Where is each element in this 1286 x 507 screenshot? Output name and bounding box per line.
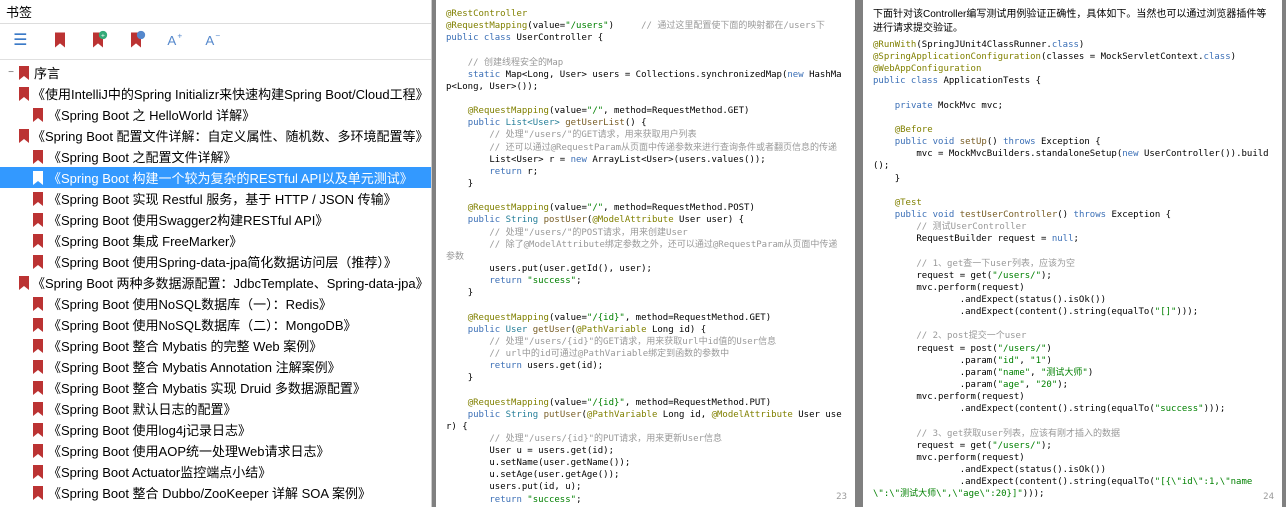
svg-text:−: −	[215, 30, 220, 40]
bookmark-icon	[32, 381, 46, 395]
bookmark-list-icon[interactable]	[12, 30, 32, 53]
bookmark-item[interactable]: 《Spring Boot 集成 FreeMarker》	[0, 230, 431, 251]
bookmark-icon	[32, 318, 46, 332]
bookmark-icon	[32, 171, 46, 185]
code-block-right: @RunWith(SpringJUnit4ClassRunner.class) …	[873, 39, 1272, 507]
bookmark-label: 《Spring Boot 使用log4j记录日志》	[46, 420, 251, 439]
bookmark-add-icon[interactable]: +	[88, 30, 108, 53]
svg-text:+: +	[101, 33, 105, 40]
bookmark-item[interactable]: 《Spring Boot 两种多数据源配置：JdbcTemplate、Sprin…	[0, 272, 431, 293]
bookmark-label: 《Spring Boot 默认日志的配置》	[46, 399, 237, 418]
svg-text:A: A	[167, 33, 176, 48]
bookmark-icon	[32, 213, 46, 227]
bookmark-icon	[32, 402, 46, 416]
bookmark-item[interactable]: 《Spring Boot 之配置文件详解》	[0, 146, 431, 167]
bookmark-icon	[32, 360, 46, 374]
bookmark-label: 《Spring Boot 两种多数据源配置：JdbcTemplate、Sprin…	[30, 273, 429, 292]
bookmarks-sidebar: 书签 + A+ A− −序言《使用IntelliJ中的Spring Initia…	[0, 0, 432, 507]
bookmark-icon	[32, 465, 46, 479]
font-increase-icon[interactable]: A+	[164, 30, 184, 53]
bookmark-icon	[32, 423, 46, 437]
bookmark-item[interactable]: 《Spring Boot Actuator监控端点小结》	[0, 461, 431, 482]
bookmark-item[interactable]: 《Spring Boot 使用Spring-data-jpa简化数据访问层（推荐…	[0, 251, 431, 272]
bookmark-icon	[32, 297, 46, 311]
bookmark-item[interactable]: 《Spring Boot 之 HelloWorld 详解》	[0, 104, 431, 125]
bookmark-icon	[32, 444, 46, 458]
expand-icon[interactable]: −	[4, 67, 18, 78]
bookmark-label: 《Spring Boot 配置文件详解：自定义属性、随机数、多环境配置等》	[30, 126, 429, 145]
bookmark-label: 《Spring Boot Actuator监控端点小结》	[46, 462, 271, 481]
bookmark-label: 《Spring Boot 构建一个较为复杂的RESTful API以及单元测试》	[46, 168, 413, 187]
bookmark-icon	[18, 87, 30, 101]
bookmark-label: 《Spring Boot 之配置文件详解》	[46, 147, 237, 166]
bookmark-item[interactable]: 《Spring Boot 实现 Restful 服务，基于 HTTP / JSO…	[0, 188, 431, 209]
bookmark-label: 《Spring Boot 整合 Mybatis 的完整 Web 案例》	[46, 336, 322, 355]
bookmark-label: 序言	[32, 63, 60, 82]
bookmark-label: 《Spring Boot 使用NoSQL数据库（二）：MongoDB》	[46, 315, 356, 334]
bookmark-label: 《Spring Boot 使用NoSQL数据库（一）：Redis》	[46, 294, 332, 313]
bookmark-label: 《Spring Boot 整合 Mybatis 实现 Druid 多数据源配置》	[46, 378, 366, 397]
bookmark-item[interactable]: 《Spring Boot 使用AOP统一处理Web请求日志》	[0, 440, 431, 461]
page-left: @RestController @RequestMapping(value="/…	[436, 0, 855, 507]
page-number: 24	[1263, 491, 1274, 503]
bookmark-item[interactable]: 《Spring Boot 默认日志的配置》	[0, 398, 431, 419]
bookmark-item[interactable]: 《Spring Boot 整合 Mybatis 的完整 Web 案例》	[0, 335, 431, 356]
page-intro-text: 下面针对该Controller编写测试用例验证正确性，具体如下。当然也可以通过浏…	[873, 8, 1272, 35]
bookmark-icon	[32, 339, 46, 353]
bookmark-item[interactable]: 《使用IntelliJ中的Spring Initializr来快速构建Sprin…	[0, 83, 431, 104]
bookmark-star-icon[interactable]	[126, 30, 146, 53]
bookmark-label: 《使用IntelliJ中的Spring Initializr来快速构建Sprin…	[30, 84, 429, 103]
bookmarks-toolbar: + A+ A−	[0, 24, 431, 60]
bookmark-label: 《Spring Boot 实现 Restful 服务，基于 HTTP / JSO…	[46, 189, 397, 208]
bookmark-label: 《Spring Boot 使用Spring-data-jpa简化数据访问层（推荐…	[46, 252, 397, 271]
bookmark-item[interactable]: 《Spring Boot 整合 Mybatis 实现 Druid 多数据源配置》	[0, 377, 431, 398]
document-viewer: @RestController @RequestMapping(value="/…	[432, 0, 1286, 507]
bookmark-label: 《Spring Boot 集成 FreeMarker》	[46, 231, 242, 250]
bookmark-label: 《Spring Boot 之 HelloWorld 详解》	[46, 105, 255, 124]
bookmark-item[interactable]: 《Spring Boot 使用log4j记录日志》	[0, 419, 431, 440]
bookmark-item[interactable]: 《Spring Boot 整合 Mybatis Annotation 注解案例》	[0, 356, 431, 377]
bookmarks-tree: − 序言《使用IntelliJ中的Spring Initializr来快速构建Sp…	[0, 60, 431, 507]
bookmark-label: 《Spring Boot 使用AOP统一处理Web请求日志》	[46, 441, 330, 460]
bookmark-flag-icon[interactable]	[50, 30, 70, 53]
font-decrease-icon[interactable]: A−	[202, 30, 222, 53]
bookmark-item[interactable]: 《Spring Boot 使用Swagger2构建RESTful API》	[0, 209, 431, 230]
bookmark-item[interactable]: 《Spring Boot 整合 Dubbo/ZooKeeper 详解 SOA 案…	[0, 482, 431, 503]
bookmark-item[interactable]: 《Spring Boot 使用NoSQL数据库（二）：MongoDB》	[0, 314, 431, 335]
bookmark-label: 《Spring Boot 整合 Dubbo/ZooKeeper 详解 SOA 案…	[46, 483, 371, 502]
svg-text:A: A	[205, 33, 214, 48]
code-block-left: @RestController @RequestMapping(value="/…	[446, 8, 845, 507]
bookmark-item[interactable]: 《Spring Boot 使用NoSQL数据库（一）：Redis》	[0, 293, 431, 314]
bookmark-item[interactable]: 《Spring Boot 中如何使用 Dubbo Activate 扩展点》	[0, 503, 431, 507]
bookmark-icon	[18, 276, 30, 290]
svg-text:+: +	[177, 30, 182, 40]
bookmark-label: 《Spring Boot 整合 Mybatis Annotation 注解案例》	[46, 357, 341, 376]
bookmark-item[interactable]: 《Spring Boot 配置文件详解：自定义属性、随机数、多环境配置等》	[0, 125, 431, 146]
bookmark-icon	[18, 66, 32, 80]
bookmark-icon	[18, 129, 30, 143]
sidebar-tab-label: 书签	[0, 0, 431, 24]
bookmark-icon	[32, 192, 46, 206]
bookmark-label: 《Spring Boot 使用Swagger2构建RESTful API》	[46, 210, 328, 229]
page-number: 23	[836, 491, 847, 503]
bookmark-item[interactable]: − 序言	[0, 62, 431, 83]
bookmark-icon	[32, 486, 46, 500]
bookmark-icon	[32, 234, 46, 248]
page-right: 下面针对该Controller编写测试用例验证正确性，具体如下。当然也可以通过浏…	[863, 0, 1282, 507]
bookmark-icon	[32, 108, 46, 122]
bookmark-icon	[32, 150, 46, 164]
bookmark-icon	[32, 255, 46, 269]
bookmark-item[interactable]: 《Spring Boot 构建一个较为复杂的RESTful API以及单元测试》	[0, 167, 431, 188]
